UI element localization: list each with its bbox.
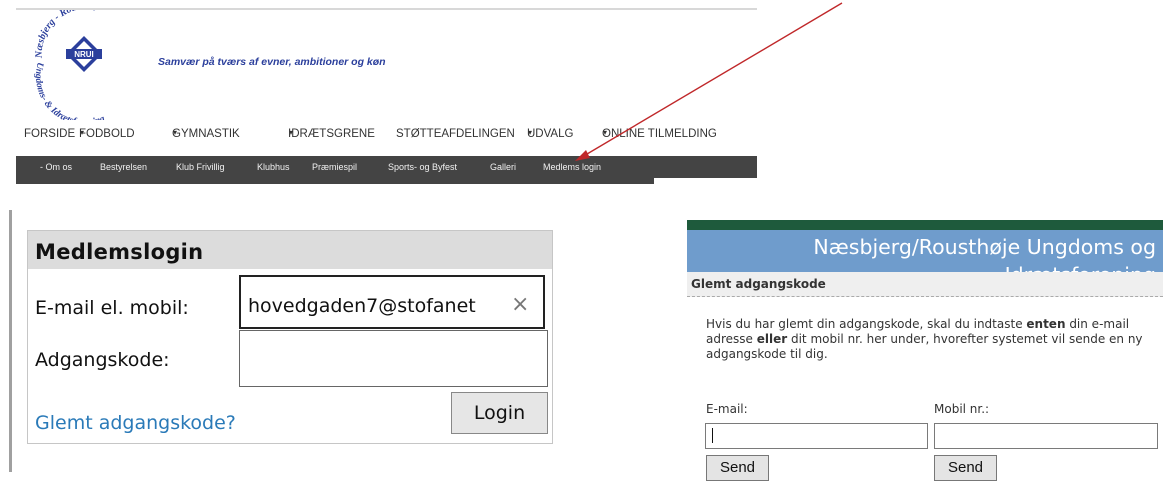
site-tagline: Samvær på tværs af evner, ambitioner og …: [158, 56, 386, 68]
svg-text:NRUI: NRUI: [74, 50, 94, 59]
subnav-item-om-os[interactable]: - Om os: [40, 162, 72, 172]
subnav-item-galleri[interactable]: Galleri: [490, 162, 516, 172]
send-mobile-button[interactable]: Send: [934, 455, 997, 481]
section-title: Glemt adgangskode: [691, 277, 826, 291]
chevron-down-icon: ▾: [603, 128, 608, 137]
password-input[interactable]: [239, 330, 548, 387]
text-cursor: [712, 428, 713, 443]
email-label: E-mail:: [706, 402, 748, 416]
email-input[interactable]: [705, 423, 928, 449]
clear-icon[interactable]: ×: [511, 294, 529, 316]
subnav-item-klub-frivillig[interactable]: Klub Frivillig: [176, 162, 225, 172]
club-logo[interactable]: Næsbjerg - Rousthøje Ungdoms- & Idrætsfo…: [20, 10, 150, 120]
sub-navigation-bottom: [16, 178, 654, 184]
chevron-down-icon: ▾: [173, 128, 178, 137]
chevron-down-icon: ▾: [289, 128, 294, 137]
send-email-button[interactable]: Send: [706, 455, 769, 481]
email-input-value: hovedgaden7@stofanet: [248, 295, 476, 317]
page-edge-divider: [9, 210, 12, 472]
instructions-text: Hvis du har glemt din adgangskode, skal …: [706, 317, 1143, 361]
chevron-down-icon: ▾: [80, 128, 85, 137]
svg-text:Ungdoms- & Idrætsforening: Ungdoms- & Idrætsforening: [33, 61, 107, 120]
login-button[interactable]: Login: [451, 392, 548, 434]
password-label: Adgangskode:: [35, 349, 170, 371]
subnav-item-klubhus[interactable]: Klubhus: [257, 162, 290, 172]
mobile-number-label: Mobil nr.:: [934, 402, 990, 416]
site-top-bar: [687, 220, 1163, 230]
chevron-down-icon: ▾: [528, 128, 533, 137]
subnav-item-praemiespil[interactable]: Præmiespil: [312, 162, 357, 172]
subnav-item-bestyrelsen[interactable]: Bestyrelsen: [100, 162, 147, 172]
sub-navigation: - Om os Bestyrelsen Klub Frivillig Klubh…: [16, 156, 757, 178]
subnav-item-sports-og-byfest[interactable]: Sports- og Byfest: [388, 162, 457, 172]
forgot-password-link[interactable]: Glemt adgangskode?: [35, 412, 236, 434]
mobile-number-input[interactable]: [934, 423, 1158, 449]
email-or-mobile-label: E-mail el. mobil:: [35, 297, 189, 319]
subnav-item-medlems-login[interactable]: Medlems login: [543, 162, 601, 172]
login-title: Medlemslogin: [35, 240, 204, 264]
